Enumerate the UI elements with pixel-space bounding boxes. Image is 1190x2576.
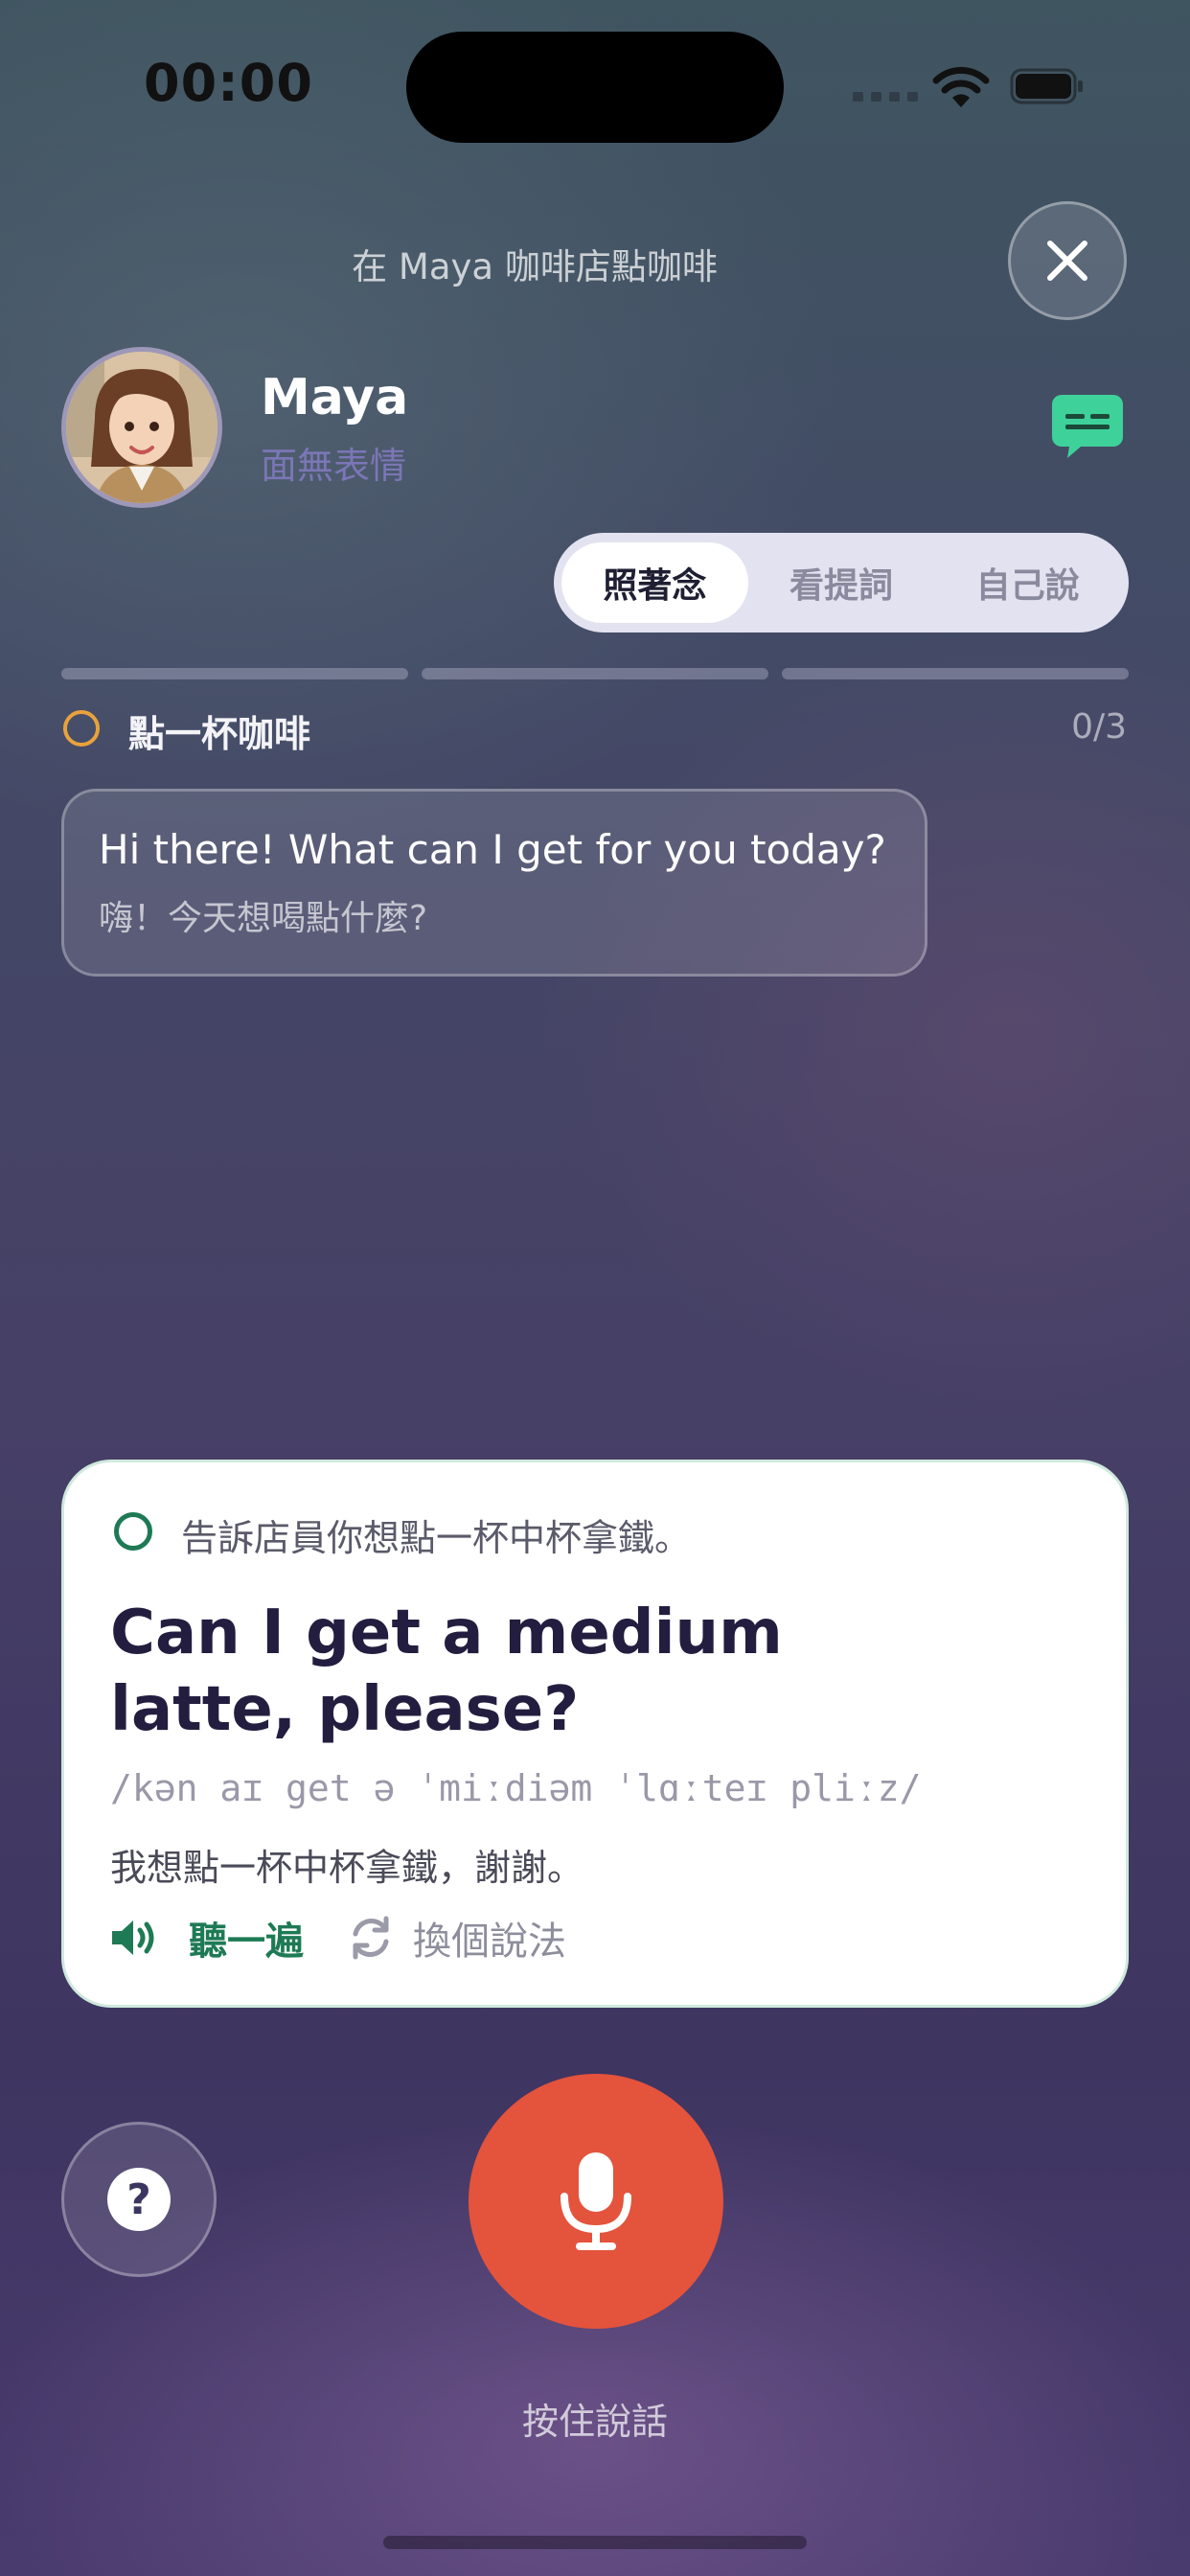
help-icon: ?	[107, 2168, 171, 2231]
task-count: 0/3	[1071, 707, 1127, 747]
battery-icon	[1010, 68, 1083, 104]
help-button[interactable]: ?	[61, 2122, 217, 2277]
hold-to-speak-label: 按住說話	[521, 2401, 668, 2443]
close-icon	[1047, 241, 1087, 281]
character-mood: 面無表情	[261, 445, 407, 487]
mode-selector: 照著念 看提詞 自己說	[554, 533, 1129, 632]
tab-read-along[interactable]: 照著念	[561, 542, 748, 623]
listen-label: 聽一遍	[189, 1920, 304, 1964]
task-label: 點一杯咖啡	[128, 713, 311, 755]
character-portrait	[66, 352, 217, 503]
task-status-icon	[63, 710, 100, 747]
progress-segment	[422, 668, 768, 679]
microphone-icon	[561, 2152, 631, 2250]
close-button[interactable]	[1008, 201, 1127, 320]
rephrase-label: 換個說法	[413, 1920, 566, 1964]
speaker-icon	[112, 1920, 154, 1955]
progress-bar	[61, 668, 1129, 679]
prompt-card: 告訴店員你想點一杯中杯拿鐵。 Can I get a medium latte,…	[61, 1460, 1129, 2008]
microphone-button[interactable]	[469, 2074, 723, 2329]
signal-icon	[853, 92, 918, 105]
tab-free-speak[interactable]: 自己說	[934, 542, 1121, 623]
scenario-title: 在 Maya 咖啡店點咖啡	[352, 246, 718, 288]
instruction-text: 告訴店員你想點一杯中杯拿鐵。	[181, 1517, 692, 1559]
refresh-icon	[353, 1916, 389, 1960]
home-indicator[interactable]	[383, 2536, 807, 2549]
wifi-icon	[932, 66, 990, 107]
listen-button[interactable]: 聽一遍	[110, 1909, 304, 1966]
dynamic-island	[406, 32, 784, 143]
phonetic-transcription: /kən aɪ get ə ˈmiːdiəm ˈlɑːteɪ pliːz/	[110, 1767, 922, 1809]
rephrase-button[interactable]: 換個說法	[346, 1909, 566, 1966]
instruction-status-icon	[114, 1512, 152, 1551]
status-time: 00:00	[144, 53, 313, 113]
message-english: Hi there! What can I get for you today?	[99, 826, 886, 873]
tab-prompt[interactable]: 看提詞	[748, 542, 935, 623]
message-bubble[interactable]: Hi there! What can I get for you today? …	[61, 789, 927, 977]
message-translation: 嗨！今天想喝點什麼?	[99, 899, 428, 938]
avatar	[61, 347, 222, 508]
sentence-translation: 我想點一杯中杯拿鐵，謝謝。	[110, 1847, 584, 1889]
progress-segment	[782, 668, 1129, 679]
target-sentence: Can I get a medium latte, please?	[110, 1598, 783, 1745]
progress-segment	[61, 668, 408, 679]
character-name: Maya	[261, 369, 409, 426]
chat-bubble-icon[interactable]	[1052, 395, 1123, 460]
